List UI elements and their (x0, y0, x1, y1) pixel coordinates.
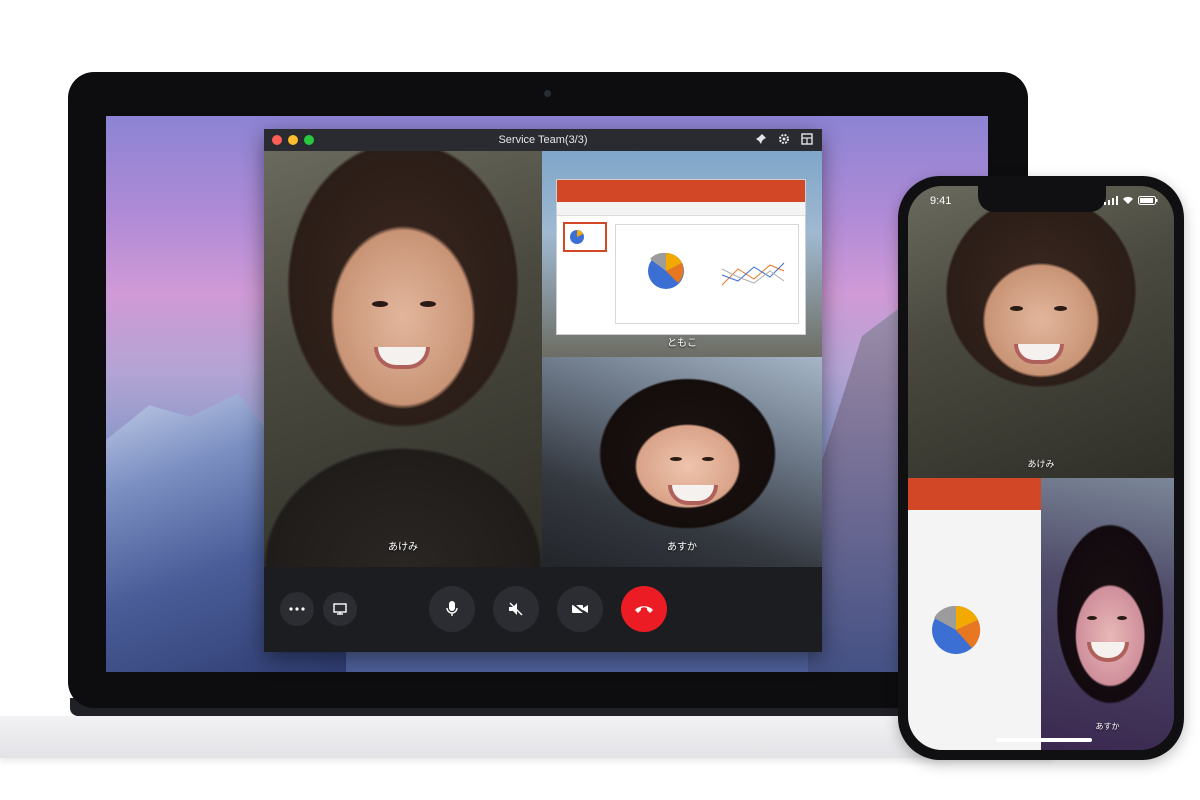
camera-off-button[interactable] (557, 586, 603, 632)
title-bar-tools (754, 132, 814, 146)
layout-icon[interactable] (800, 132, 814, 146)
phone-video-main[interactable]: あけみ (908, 186, 1174, 478)
window-controls (264, 135, 314, 145)
phone-video-person[interactable]: あすか (1041, 478, 1174, 750)
end-call-button[interactable] (621, 586, 667, 632)
battery-icon (1138, 196, 1158, 205)
face-eye-right (702, 457, 714, 461)
gear-icon[interactable] (777, 132, 791, 146)
phone-pie-chart (932, 605, 981, 654)
presentation-toolbar (557, 202, 805, 216)
video-call-window: Service Team(3/3) あけみ ともこ あすか (264, 129, 822, 652)
video-tile-main[interactable]: あけみ (264, 151, 542, 567)
zoom-window-button[interactable] (304, 135, 314, 145)
phone-presentation-ribbon (908, 478, 1041, 510)
mute-mic-button[interactable] (429, 586, 475, 632)
call-controls-bar (264, 567, 822, 652)
title-bar[interactable]: Service Team(3/3) (264, 129, 822, 151)
camera-off-icon (571, 602, 588, 616)
participant-name-third: あすか (667, 542, 697, 553)
face-smile (374, 347, 430, 369)
status-time: 9:41 (930, 195, 952, 207)
close-window-button[interactable] (272, 135, 282, 145)
laptop-camera (544, 90, 551, 97)
face-smile (1014, 344, 1064, 364)
microphone-icon (446, 601, 458, 616)
face-eye-right (420, 301, 436, 307)
status-icons (1104, 196, 1158, 205)
slide-canvas (615, 224, 799, 324)
face-eye-right (1054, 306, 1067, 311)
face-smile (1087, 642, 1129, 662)
screen-share-button[interactable] (323, 592, 357, 626)
face-smile (668, 485, 718, 505)
speaker-mute-button[interactable] (493, 586, 539, 632)
minimize-window-button[interactable] (288, 135, 298, 145)
phone-screen: 9:41 あけみ あすか (908, 186, 1174, 750)
video-tile-screen-share[interactable]: ともこ (542, 151, 822, 357)
face-eye-left (670, 457, 682, 461)
monitor-icon (333, 603, 347, 615)
phone-shared-presentation[interactable] (908, 478, 1041, 750)
participant-name-screen-share: ともこ (667, 338, 697, 349)
hangup-icon (635, 606, 653, 613)
more-options-button[interactable] (280, 592, 314, 626)
wifi-icon (1123, 196, 1133, 204)
speaker-mute-icon (509, 602, 523, 616)
pin-icon[interactable] (754, 132, 768, 146)
home-indicator[interactable] (996, 738, 1092, 742)
marketing-scene: Service Team(3/3) あけみ ともこ あすか 9:41 あけみ あ… (0, 0, 1200, 800)
slide-thumbnail (563, 222, 607, 252)
smartphone: 9:41 あけみ あすか (898, 176, 1184, 760)
shared-presentation (556, 179, 806, 335)
window-title: Service Team(3/3) (498, 134, 588, 146)
phone-participant-name-person: あすか (1095, 722, 1120, 731)
participant-name-main: あけみ (388, 542, 418, 553)
face-eye-left (372, 301, 388, 307)
face-eye-right (1117, 616, 1127, 620)
presentation-ribbon (557, 180, 805, 202)
video-tile-third[interactable]: あすか (542, 357, 822, 567)
phone-notch (978, 186, 1106, 212)
face-eye-left (1087, 616, 1097, 620)
signal-icon (1104, 196, 1118, 205)
face-eye-left (1010, 306, 1023, 311)
more-icon (289, 607, 305, 611)
phone-participant-name-main: あけみ (1027, 459, 1055, 469)
